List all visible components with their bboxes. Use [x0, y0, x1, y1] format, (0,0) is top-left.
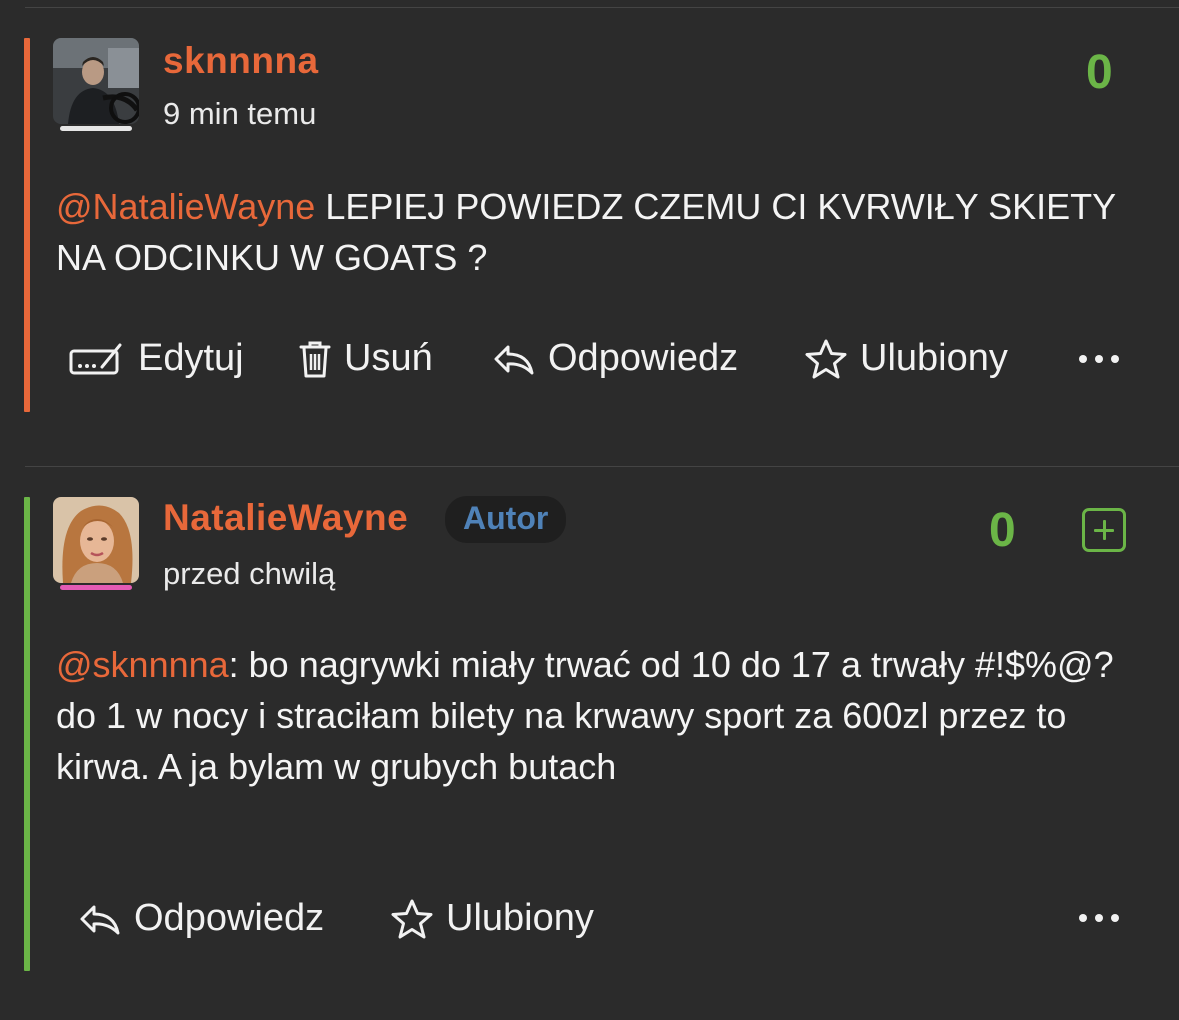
comment-body: @sknnnna: bo nagrywki miały trwać od 10 …: [56, 639, 1146, 792]
favorite-label: Ulubiony: [446, 897, 594, 939]
timestamp: przed chwilą: [163, 556, 336, 591]
more-icon[interactable]: [1079, 355, 1119, 363]
comment-score: 0: [989, 504, 1016, 557]
favorite-button[interactable]: Ulubiony: [390, 897, 594, 940]
avatar[interactable]: [53, 38, 139, 124]
edit-button[interactable]: Edytuj: [68, 337, 244, 380]
favorite-label: Ulubiony: [860, 337, 1008, 379]
avatar[interactable]: [53, 497, 139, 583]
avatar-status-underline: [60, 585, 132, 590]
mention-link[interactable]: @NatalieWayne: [56, 186, 315, 227]
comments-page: sknnnna 9 min temu 0 @NatalieWayne LEPIE…: [0, 0, 1179, 1020]
edit-icon: [69, 343, 122, 374]
edit-label: Edytuj: [138, 337, 244, 379]
comment-body: @NatalieWayne LEPIEJ POWIEDZ CZEMU CI KV…: [56, 181, 1146, 283]
username[interactable]: NatalieWayne: [163, 497, 408, 539]
delete-button[interactable]: Usuń: [298, 337, 433, 380]
top-divider: [25, 7, 1179, 8]
author-badge: Autor: [445, 496, 567, 543]
more-icon[interactable]: [1079, 914, 1119, 922]
avatar-status-underline: [60, 126, 132, 131]
plus-icon[interactable]: [1082, 508, 1126, 552]
comment-accent-bar: [24, 497, 30, 971]
delete-label: Usuń: [344, 337, 433, 379]
comment-divider: [25, 466, 1179, 467]
reply-button[interactable]: Odpowiedz: [78, 897, 324, 940]
reply-icon: [80, 905, 120, 934]
mention-link[interactable]: @sknnnna: [56, 644, 229, 685]
timestamp: 9 min temu: [163, 96, 317, 131]
star-icon: [391, 899, 433, 938]
username[interactable]: sknnnna: [163, 40, 319, 82]
reply-label: Odpowiedz: [134, 897, 325, 939]
comment-accent-bar: [24, 38, 30, 412]
star-icon: [805, 339, 847, 378]
trash-icon: [299, 341, 331, 377]
reply-label: Odpowiedz: [548, 337, 739, 379]
comment-score: 0: [1086, 46, 1113, 99]
reply-button[interactable]: Odpowiedz: [492, 337, 738, 380]
favorite-button[interactable]: Ulubiony: [804, 337, 1008, 380]
reply-icon: [494, 345, 534, 374]
